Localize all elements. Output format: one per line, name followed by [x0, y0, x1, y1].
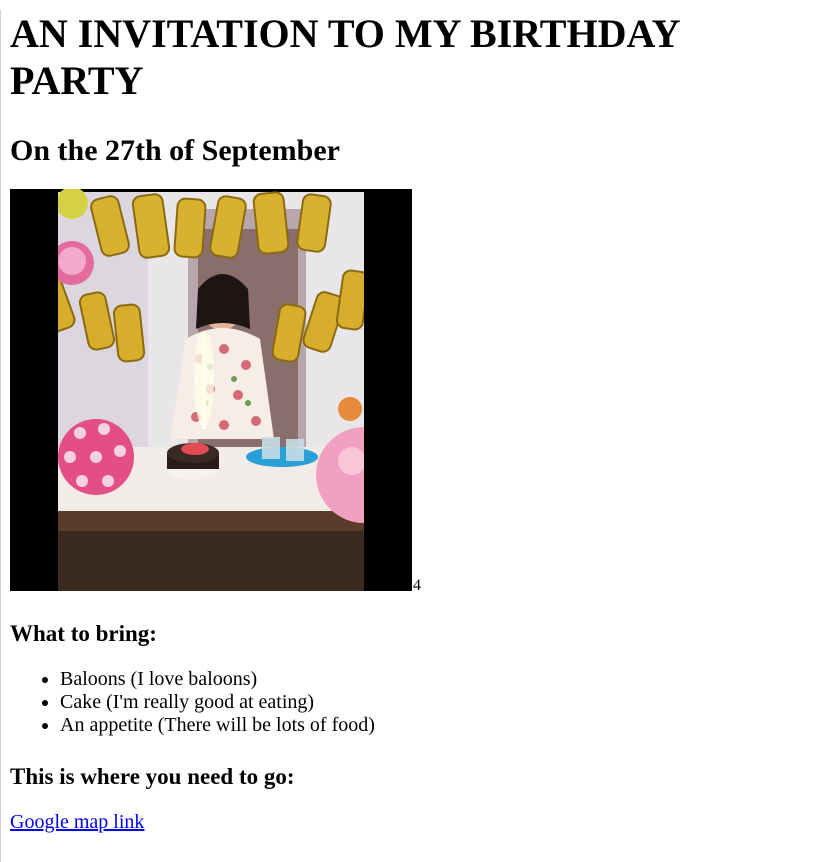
page-title: AN INVITATION TO MY BIRTHDAY PARTY — [10, 11, 680, 103]
bring-list-item: Cake (I'm really good at eating) — [60, 691, 823, 714]
party-date-heading: On the 27th of September — [10, 134, 340, 167]
bring-list: Baloons (I love baloons) Cake (I'm reall… — [10, 668, 823, 737]
page-content: AN INVITATION TO MY BIRTHDAY PARTY On th… — [1, 10, 823, 834]
photo-caption: 4 — [413, 577, 421, 594]
what-to-bring-heading: What to bring: — [10, 621, 157, 646]
photo-row: 4 — [10, 189, 823, 594]
directions-heading: This is where you need to go: — [10, 764, 295, 789]
bring-list-item: An appetite (There will be lots of food) — [60, 714, 823, 737]
birthday-photo — [10, 189, 412, 591]
bring-list-item: Baloons (I love baloons) — [60, 668, 823, 691]
google-map-link[interactable]: Google map link — [10, 811, 144, 834]
birthday-photo-illustration — [10, 189, 412, 591]
